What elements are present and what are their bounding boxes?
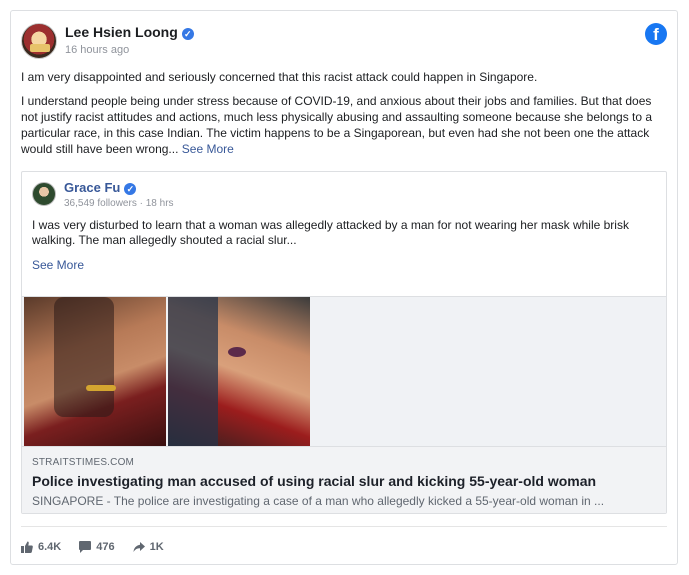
thumbs-up-icon xyxy=(21,541,33,553)
link-preview-title[interactable]: Police investigating man accused of usin… xyxy=(32,472,656,490)
post-paragraph-2: I understand people being under stress b… xyxy=(21,93,669,157)
link-preview-domain: STRAITSTIMES.COM xyxy=(32,457,135,468)
shared-post-header: Grace Fu ✓ 36,549 followers · 18 hrs xyxy=(32,180,652,214)
facebook-icon[interactable]: f xyxy=(645,23,667,45)
shared-author-name-row: Grace Fu ✓ xyxy=(64,180,137,196)
link-preview[interactable]: STRAITSTIMES.COM Police investigating ma… xyxy=(22,296,666,513)
comment-count: 476 xyxy=(96,541,115,553)
injury-photo-right xyxy=(168,297,310,446)
meta-separator: · xyxy=(139,198,143,209)
post-timestamp[interactable]: 16 hours ago xyxy=(65,44,129,56)
post-engagement-bar: 6.4K 476 1K xyxy=(21,539,182,555)
author-name[interactable]: Lee Hsien Loong xyxy=(65,24,178,40)
shared-post[interactable]: Grace Fu ✓ 36,549 followers · 18 hrs I wa… xyxy=(21,171,667,514)
share-stat[interactable]: 1K xyxy=(133,541,164,553)
facebook-post-card: Lee Hsien Loong ✓ 16 hours ago f I am ver… xyxy=(10,10,678,565)
comment-stat[interactable]: 476 xyxy=(79,541,115,553)
comment-icon xyxy=(79,541,92,553)
author-name-row: Lee Hsien Loong ✓ xyxy=(65,23,194,41)
post-body: I am very disappointed and seriously con… xyxy=(21,69,669,165)
author-avatar[interactable] xyxy=(21,23,57,59)
like-stat[interactable]: 6.4K xyxy=(21,541,61,553)
shared-followers: 36,549 followers xyxy=(64,198,137,209)
shared-see-more-link[interactable]: See More xyxy=(32,258,84,272)
post-paragraph-1: I am very disappointed and seriously con… xyxy=(21,70,538,84)
shared-timestamp[interactable]: 18 hrs xyxy=(146,198,174,209)
shared-meta: 36,549 followers · 18 hrs xyxy=(64,198,174,209)
shared-author-name[interactable]: Grace Fu xyxy=(64,180,120,195)
verified-check-icon: ✓ xyxy=(181,28,194,40)
share-count: 1K xyxy=(149,541,164,553)
injury-photo-left xyxy=(24,297,166,446)
link-preview-description: SINGAPORE - The police are investigating… xyxy=(32,494,605,508)
link-preview-image[interactable] xyxy=(22,297,666,446)
footer-divider xyxy=(21,526,667,527)
share-arrow-icon xyxy=(133,542,145,552)
post-paragraph-2-text: I understand people being under stress b… xyxy=(21,94,653,156)
link-preview-meta[interactable]: STRAITSTIMES.COM Police investigating ma… xyxy=(22,446,666,513)
verified-check-icon: ✓ xyxy=(124,183,137,195)
post-header: Lee Hsien Loong ✓ 16 hours ago f xyxy=(21,23,667,63)
shared-author-avatar[interactable] xyxy=(32,182,56,206)
like-count: 6.4K xyxy=(38,541,62,553)
see-more-link[interactable]: See More xyxy=(182,142,234,156)
shared-post-text: I was very disturbed to learn that a wom… xyxy=(32,218,629,247)
